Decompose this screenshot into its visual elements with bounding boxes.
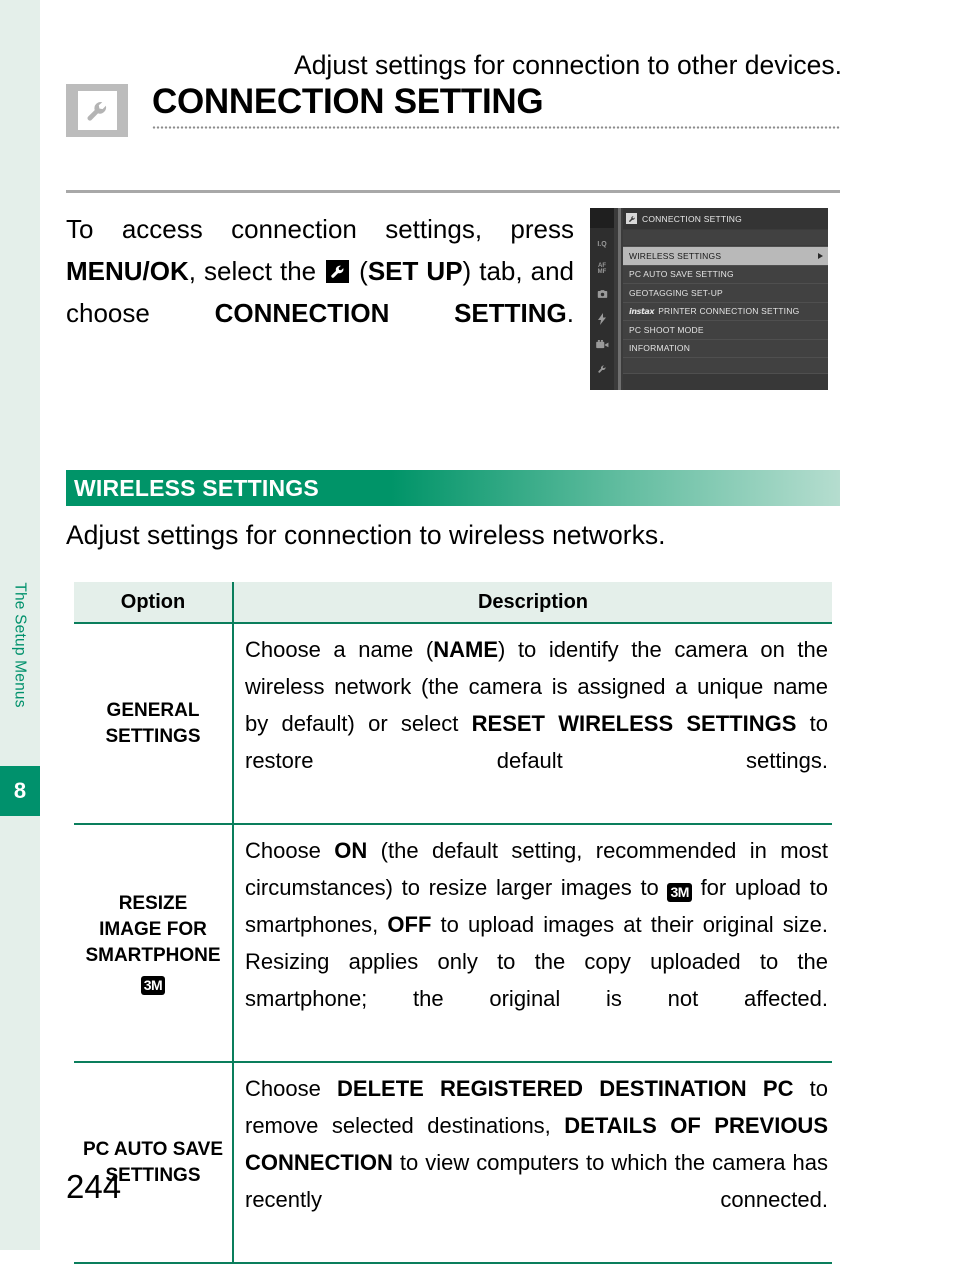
page-title: CONNECTION SETTING	[152, 82, 544, 121]
chapter-label: The Setup Menus	[0, 515, 40, 775]
resolution-badge-3m: 3M	[140, 976, 166, 995]
intro-text-5: .	[566, 298, 574, 328]
table-cell-option-pc-auto-save-settings: PC AUTO SAVE SETTINGS	[74, 1062, 234, 1264]
lcd-menu-item-instax-printer-connection-setting[interactable]: instax PRINTER CONNECTION SETTING	[623, 301, 828, 320]
desc-bold-name: NAME	[433, 637, 499, 662]
desc-bold-delete-registered-destination-pc: DELETE REGISTERED DESTINATION PC	[337, 1076, 794, 1101]
option-line-2: SETTINGS	[105, 725, 201, 747]
lcd-menu-item-label: GEOTAGGING SET-UP	[629, 287, 723, 298]
chapter-number-text: 8	[13, 778, 27, 803]
lcd-menu-footer-bar	[623, 373, 828, 390]
table-cell-description-general-settings: Choose a name (NAME) to identify the cam…	[233, 622, 832, 825]
desc-bold-reset-wireless-settings: RESET WIRELESS SETTINGS	[471, 711, 797, 736]
wrench-icon	[626, 213, 637, 224]
resolution-badge-3m: 3M	[667, 883, 692, 902]
table-row: PC AUTO SAVE SETTINGS Choose DELETE REGI…	[74, 1062, 832, 1264]
page-title-block: CONNECTION SETTING	[66, 82, 840, 146]
lcd-menu-body: CONNECTION SETTING WIRELESS SETTINGS PC …	[623, 208, 828, 390]
desc-bold-off: OFF	[387, 912, 432, 937]
lcd-menu-item-wireless-settings[interactable]: WIRELESS SETTINGS	[623, 246, 828, 265]
intro-paragraph: To access connection settings, press MEN…	[66, 208, 574, 376]
table-cell-description-pc-auto-save-settings: Choose DELETE REGISTERED DESTINATION PC …	[233, 1062, 832, 1264]
lcd-tab-image-quality: I.Q	[590, 233, 614, 255]
section-title: WIRELESS SETTINGS	[74, 474, 319, 501]
lcd-menu-item-information[interactable]: INFORMATION	[623, 338, 828, 357]
table-cell-description-resize-image-for-smartphone: Choose ON (the default setting, recommen…	[233, 824, 832, 1063]
lcd-menu-header: CONNECTION SETTING	[623, 208, 828, 229]
page-content: CONNECTION SETTING Adjust settings for c…	[66, 0, 954, 1264]
intro-text-3: (	[351, 256, 368, 286]
option-line-3: SMARTPHONE	[85, 945, 221, 966]
camera-lcd-screenshot: I.Q AF MF CONNECTION SETTING WIRELESS SE…	[590, 208, 828, 390]
option-line-1: PC AUTO SAVE	[82, 1138, 224, 1160]
table-body: GENERAL SETTINGS Choose a name (NAME) to…	[74, 622, 832, 1264]
lcd-tab-af-mf: AF MF	[590, 258, 614, 280]
setup-menu-icon-box	[66, 84, 128, 137]
table-row: RESIZE IMAGE FOR SMARTPHONE 3M Choose ON…	[74, 824, 832, 1063]
desc-text-1: Choose a name (	[245, 637, 434, 662]
table-row: GENERAL SETTINGS Choose a name (NAME) to…	[74, 622, 832, 825]
lcd-menu-spacer	[623, 230, 828, 245]
section-header-wireless-settings: WIRELESS SETTINGS	[66, 470, 840, 506]
lcd-tab-mf-label: MF	[597, 269, 607, 275]
flash-icon	[590, 308, 614, 330]
lcd-menu-item-label: WIRELESS SETTINGS	[629, 250, 722, 261]
lcd-tab-strip: I.Q AF MF	[590, 208, 614, 390]
intro-bold-connection-setting: CONNECTION SETTING	[214, 298, 567, 328]
table-head: Option Description	[74, 582, 832, 624]
lcd-menu-item-pc-auto-save-setting[interactable]: PC AUTO SAVE SETTING	[623, 264, 828, 283]
chapter-number-tab: 8	[0, 766, 40, 816]
table-cell-option-general-settings: GENERAL SETTINGS	[74, 622, 234, 825]
option-line-1: RESIZE	[118, 893, 188, 914]
chapter-label-text: The Setup Menus	[12, 582, 30, 708]
title-divider	[66, 190, 840, 193]
intro-text-2: , select the	[188, 256, 325, 286]
section-description: Adjust settings for connection to wirele…	[66, 520, 666, 550]
instax-logo: instax	[629, 306, 655, 316]
wireless-settings-table: Option Description GENERAL SETTINGS Choo…	[74, 582, 832, 1264]
lcd-menu-item-label: PRINTER CONNECTION SETTING	[658, 306, 800, 317]
lcd-menu-header-title: CONNECTION SETTING	[642, 213, 742, 224]
wrench-icon	[326, 260, 350, 283]
lcd-menu-list: WIRELESS SETTINGS PC AUTO SAVE SETTING G…	[623, 246, 828, 377]
title-dotted-rule	[152, 126, 840, 129]
lcd-tab-divider	[618, 208, 621, 390]
intro-bold-set-up: SET UP	[367, 256, 463, 286]
wrench-icon	[590, 358, 614, 380]
table-header-row: Option Description	[74, 582, 832, 624]
lcd-menu-item-label: PC AUTO SAVE SETTING	[629, 269, 734, 280]
table-cell-option-resize-image-for-smartphone: RESIZE IMAGE FOR SMARTPHONE 3M	[74, 824, 234, 1063]
lcd-tab-active-indicator	[590, 208, 614, 228]
movie-icon	[590, 333, 614, 355]
lcd-tab-iq-label: I.Q	[597, 240, 607, 248]
desc-bold-on: ON	[334, 838, 368, 863]
page-subtitle: Adjust settings for connection to other …	[294, 50, 842, 80]
lcd-menu-item-label: INFORMATION	[629, 343, 691, 354]
option-line-1: GENERAL	[106, 699, 200, 721]
camera-icon	[590, 283, 614, 305]
lcd-menu-item-pc-shoot-mode[interactable]: PC SHOOT MODE	[623, 320, 828, 339]
page-number: 244	[66, 1168, 122, 1205]
desc-text-1: Choose	[245, 838, 335, 863]
intro-bold-menu-ok: MENU/OK	[66, 256, 189, 286]
wrench-icon	[77, 91, 117, 130]
option-line-2: IMAGE FOR	[99, 919, 207, 940]
desc-text-1: Choose	[245, 1076, 338, 1101]
table-header-description: Description	[233, 582, 832, 624]
intro-text-1: To access connection settings, press	[66, 214, 574, 244]
lcd-menu-item-geotagging-set-up[interactable]: GEOTAGGING SET-UP	[623, 283, 828, 302]
table-header-option: Option	[74, 582, 234, 624]
chevron-right-icon	[818, 252, 823, 259]
lcd-menu-item-label: PC SHOOT MODE	[629, 324, 704, 335]
